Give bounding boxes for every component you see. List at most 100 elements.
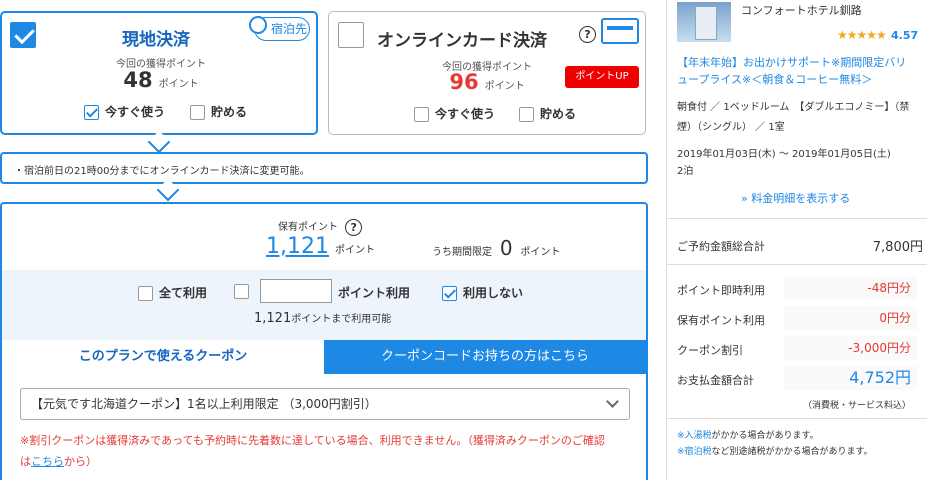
earned-points: 48 ポイント xyxy=(61,68,261,92)
owned-points-unit: ポイント xyxy=(334,245,375,256)
use-all-label: 全て利用 xyxy=(159,286,208,300)
card-stripe xyxy=(607,26,633,30)
building-shape xyxy=(695,6,717,40)
limited-points-unit: ポイント xyxy=(520,247,561,258)
help-icon[interactable]: ? xyxy=(345,218,363,236)
online-payment-card[interactable]: オンラインカード決済 ? 今回の獲得ポイント 96 ポイント ポイントUP 今すぐ… xyxy=(328,11,646,135)
online-earned-points: 96 ポイント xyxy=(387,70,587,94)
total-row: ご予約金額総合計 7,800円 xyxy=(677,238,923,255)
owned-points-value[interactable]: 1,121 xyxy=(266,234,329,259)
coupon-discount-label: クーポン割引 xyxy=(677,344,743,357)
coupon-warning-suffix: から） xyxy=(64,455,97,468)
room-info: 朝食付 ／ 1ベッドルーム 【ダブルエコノミー】（禁煙）（シングル） ／ 1室 xyxy=(677,102,910,133)
local-payment-checkbox[interactable] xyxy=(10,22,36,48)
checkbox-icon[interactable] xyxy=(190,105,205,120)
online-payment-checkbox[interactable] xyxy=(338,22,364,48)
bath-tax-link[interactable]: ※入湯税 xyxy=(677,431,712,441)
payment-total-value: 4,752円 xyxy=(784,366,917,390)
checkbox-icon[interactable] xyxy=(138,286,153,301)
price-detail-link[interactable]: » 料金明細を表示する xyxy=(741,190,850,206)
plan-name[interactable]: 【年末年始】お出かけサポート※期間限定バリュープライス※＜朝食＆コーヒー無料＞ xyxy=(677,54,917,88)
owned-points-label-row: 保有ポイント ? xyxy=(278,218,363,236)
online-earned-points-value: 96 xyxy=(449,70,479,94)
bath-tax-note: ※入湯税がかかる場合があります。 xyxy=(677,428,873,444)
card-icon xyxy=(601,18,639,44)
coupon-warning-line1: ※割引クーポンは獲得済みであっても予約時に先着数に達している場合、利用できません… xyxy=(20,434,605,447)
coupon-warning-prefix: は xyxy=(20,455,31,468)
coupon-select[interactable]: 【元気です北海道クーポン】1名以上利用限定 （3,000円割引） xyxy=(20,388,630,420)
owned-points: 1,121 ポイント xyxy=(266,234,375,259)
use-none-option[interactable]: 利用しない xyxy=(442,284,523,301)
checkbox-checked-icon[interactable] xyxy=(84,105,99,120)
points-amount-input[interactable] xyxy=(260,279,332,303)
tax-note: （消費税・サービス料込） xyxy=(802,401,911,411)
divider xyxy=(667,264,927,265)
help-icon[interactable]: ? xyxy=(579,26,596,43)
payment-note: ・宿泊前日の21時00分までにオンラインカード決済に変更可能。 xyxy=(0,152,648,184)
hotel-badge-label: 宿泊先 xyxy=(271,22,308,36)
held-points-label: 保有ポイント利用 xyxy=(677,314,765,327)
rating-stars-icon: ★★★★★ xyxy=(837,28,887,42)
total-label: ご予約金額総合計 xyxy=(677,240,765,253)
lodging-tax-note: ※宿泊税など別途諸税がかかる場合があります。 xyxy=(677,444,873,460)
checkbox-checked-icon[interactable] xyxy=(442,286,457,301)
use-points-label: ポイント利用 xyxy=(338,286,411,300)
stay-nights: 2泊 xyxy=(677,166,694,177)
coupon-select-value: 【元気です北海道クーポン】1名以上利用限定 （3,000円割引） xyxy=(31,397,377,411)
online-earned-points-unit: ポイント xyxy=(484,81,525,92)
checkbox-icon[interactable] xyxy=(234,284,249,299)
coupon-warning-line2: はこちらから） xyxy=(20,451,630,472)
payment-total-label: お支払金額合計 xyxy=(677,374,754,387)
booking-summary: コンフォートホテル釧路 ★★★★★ 4.57 【年末年始】お出かけサポート※期間… xyxy=(666,0,927,480)
hotel-name[interactable]: コンフォートホテル釧路 xyxy=(741,2,862,18)
online-save-label: 貯める xyxy=(540,107,577,121)
coupon-discount-value: -3,000円分 xyxy=(784,336,917,360)
chevron-down-icon xyxy=(606,395,619,408)
points-limit-text: ポイントまで利用可能 xyxy=(291,314,392,325)
rating-value: 4.57 xyxy=(891,29,919,42)
local-save-option[interactable]: 貯める xyxy=(190,103,247,120)
stay-dates: 2019年01月03日(木) 〜 2019年01月05日(土) 2泊 xyxy=(677,146,927,180)
local-payment-card[interactable]: 現地決済 宿泊先 今回の獲得ポイント 48 ポイント 今すぐ使う 貯める xyxy=(0,11,318,135)
tab-coupon-code[interactable]: クーポンコードお持ちの方はこちら xyxy=(324,340,646,374)
online-use-now-option[interactable]: 今すぐ使う xyxy=(414,105,495,122)
earned-points-value: 48 xyxy=(123,68,153,92)
total-value: 7,800円 xyxy=(872,240,923,255)
points-panel: 保有ポイント ? 1,121 ポイント うち期間限定 0 ポイント 全て利用 ポイ… xyxy=(0,202,648,480)
coupon-warning: ※割引クーポンは獲得済みであっても予約時に先着数に達している場合、利用できません… xyxy=(20,430,630,472)
local-payment-title: 現地決済 xyxy=(122,30,190,50)
help-mark: ? xyxy=(579,26,596,43)
stay-dates-range: 2019年01月03日(木) 〜 2019年01月05日(土) xyxy=(677,149,891,160)
tab-plan-coupons[interactable]: このプランで使えるクーポン xyxy=(2,340,324,374)
points-limit: 1,121ポイントまで利用可能 xyxy=(254,310,391,326)
lodging-tax-link[interactable]: ※宿泊税 xyxy=(677,447,712,457)
use-all-option[interactable]: 全て利用 xyxy=(138,284,207,301)
person-icon xyxy=(249,16,267,34)
points-usage-bar: 全て利用 ポイント利用 利用しない 1,121ポイントまで利用可能 xyxy=(2,270,646,340)
divider xyxy=(667,218,927,219)
use-points-checkbox[interactable] xyxy=(234,284,255,299)
owned-points-label: 保有ポイント xyxy=(278,222,338,233)
local-use-now-option[interactable]: 今すぐ使う xyxy=(84,103,165,120)
held-points-value: 0円分 xyxy=(784,306,917,330)
limited-points-value: 0 xyxy=(499,236,513,260)
earned-points-unit: ポイント xyxy=(158,79,199,90)
hotel-thumbnail xyxy=(677,2,731,42)
coupon-tabs: このプランで使えるクーポン クーポンコードお持ちの方はこちら xyxy=(2,340,646,374)
lodging-tax-text: など別途諸税がかかる場合があります。 xyxy=(711,447,873,457)
bath-tax-text: がかかる場合があります。 xyxy=(711,431,819,441)
local-use-now-label: 今すぐ使う xyxy=(105,105,166,119)
instant-points-value: -48円分 xyxy=(784,276,917,300)
hotel-badge: 宿泊先 xyxy=(249,16,310,41)
divider xyxy=(667,418,927,419)
checkbox-icon[interactable] xyxy=(519,107,534,122)
limited-points: うち期間限定 0 ポイント xyxy=(432,236,560,260)
limited-points-label: うち期間限定 xyxy=(432,247,492,258)
local-save-label: 貯める xyxy=(211,105,248,119)
tax-notes: ※入湯税がかかる場合があります。 ※宿泊税など別途諸税がかかる場合があります。 xyxy=(677,428,873,460)
online-use-now-label: 今すぐ使う xyxy=(435,107,496,121)
coupon-confirm-link[interactable]: こちら xyxy=(31,455,64,468)
online-save-option[interactable]: 貯める xyxy=(519,105,576,122)
checkbox-icon[interactable] xyxy=(414,107,429,122)
points-limit-value: 1,121 xyxy=(254,311,292,326)
